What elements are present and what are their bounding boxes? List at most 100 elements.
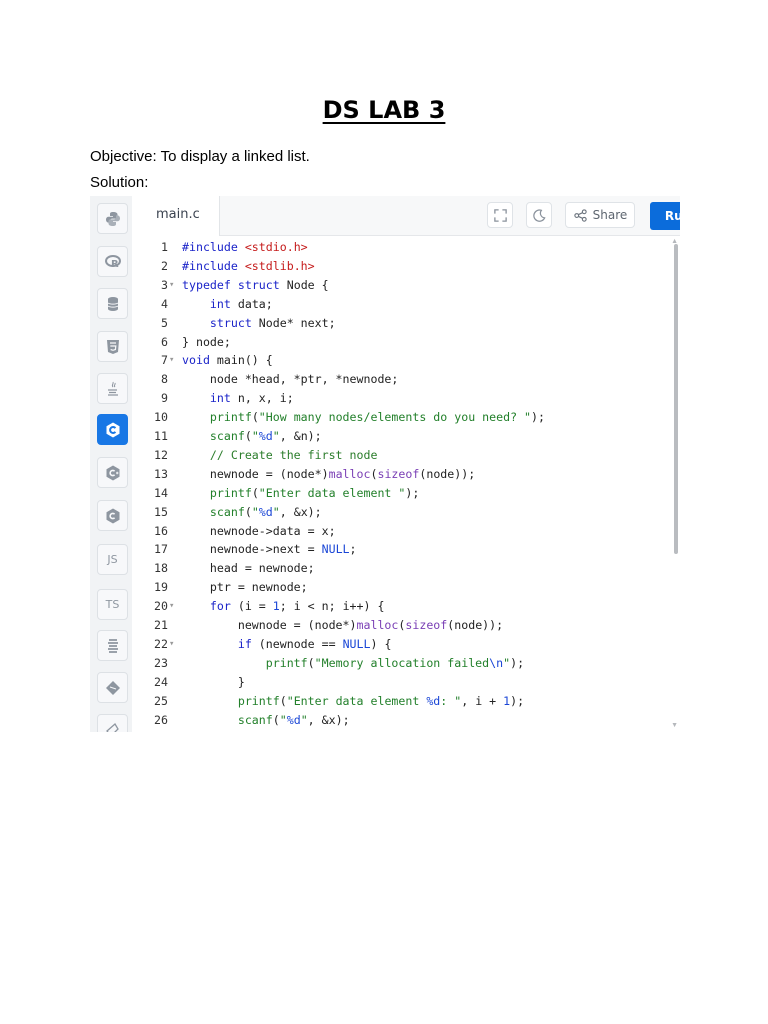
code-line: 26 scanf("%d", &x); <box>132 711 662 730</box>
code-text: int data; <box>209 296 273 311</box>
code-line: 20 ▾ for (i = 1; i < n; i++) { <box>132 597 662 616</box>
line-number: 8 <box>161 372 168 387</box>
code-line: 15 scanf("%d", &x); <box>132 503 662 522</box>
language-sidebar: R JS TS <box>90 196 133 732</box>
line-number: 26 <box>154 712 168 727</box>
code-editor-screenshot: R JS TS main.c Share Run 1 #include <stdio.… <box>90 196 680 732</box>
code-text: printf("How many nodes/elements do you n… <box>209 410 545 425</box>
fullscreen-icon <box>493 208 507 222</box>
r-icon: R <box>104 253 122 271</box>
csharp-icon <box>104 507 122 525</box>
code-text: } node; <box>182 334 231 349</box>
line-number: 6 <box>161 334 168 349</box>
code-text: typedef struct Node { <box>182 277 329 292</box>
fold-arrow-icon[interactable]: ▾ <box>169 276 174 295</box>
code-text: // Create the first node <box>209 447 378 462</box>
lang-button-js[interactable]: JS <box>97 544 128 575</box>
code-line: 1 #include <stdio.h> <box>132 238 662 257</box>
code-text: printf("Enter data element %d: ", i + 1)… <box>237 693 525 708</box>
lang-button-python[interactable] <box>97 203 128 234</box>
code-line: 23 printf("Memory allocation failed\n"); <box>132 654 662 673</box>
code-text: head = newnode; <box>182 561 315 576</box>
code-text: for (i = 1; i < n; i++) { <box>209 599 385 614</box>
code-text: if (newnode == NULL) { <box>237 636 392 651</box>
line-number: 15 <box>154 504 168 519</box>
line-number: 24 <box>154 674 168 689</box>
line-number: 17 <box>154 542 168 557</box>
lang-button-r[interactable]: R <box>97 246 128 277</box>
lang-button-c[interactable] <box>97 414 128 445</box>
code-text: } <box>182 674 245 689</box>
fold-arrow-icon[interactable]: ▾ <box>169 635 174 654</box>
code-text: #include <stdlib.h> <box>182 258 315 273</box>
lang-button-ts[interactable]: TS <box>97 589 128 620</box>
code-line: 13 newnode = (node*)malloc(sizeof(node))… <box>132 465 662 484</box>
line-number: 12 <box>154 447 168 462</box>
lang-button-java[interactable] <box>97 373 128 404</box>
line-number: 7 <box>161 353 168 368</box>
code-line: 2 #include <stdlib.h> <box>132 257 662 276</box>
code-line: 25 printf("Enter data element %d: ", i +… <box>132 692 662 711</box>
code-area[interactable]: 1 #include <stdio.h> 2 #include <stdlib.h> 3… <box>132 236 680 732</box>
code-line: 6 } node; <box>132 333 662 352</box>
fold-arrow-icon[interactable]: ▾ <box>169 597 174 616</box>
page-title: DS LAB 3 <box>322 96 446 124</box>
run-button[interactable]: Run <box>650 202 680 230</box>
lang-button-php[interactable] <box>97 672 128 703</box>
lang-button-html[interactable] <box>97 331 128 362</box>
code-text: scanf("%d", &x); <box>209 504 322 519</box>
code-line: 3 ▾ typedef struct Node { <box>132 276 662 295</box>
line-number: 20 <box>154 599 168 614</box>
go-icon <box>104 637 122 655</box>
line-number: 19 <box>154 580 168 595</box>
code-line: 11 scanf("%d", &n); <box>132 427 662 446</box>
code-line: 10 printf("How many nodes/elements do yo… <box>132 408 662 427</box>
line-number: 10 <box>154 410 168 425</box>
code-line: 5 struct Node* next; <box>132 314 662 333</box>
code-text: printf("Enter data element "); <box>209 485 420 500</box>
java-icon <box>104 380 122 398</box>
code-line: 19 ptr = newnode; <box>132 578 662 597</box>
code-line: 12 // Create the first node <box>132 446 662 465</box>
code-line: 22 ▾ if (newnode == NULL) { <box>132 635 662 654</box>
lang-button-sql[interactable] <box>97 288 128 319</box>
js-icon: JS <box>107 553 118 566</box>
code-text: newnode->next = NULL; <box>182 542 357 557</box>
line-number: 11 <box>154 429 168 443</box>
line-number: 1 <box>161 240 168 254</box>
cpp-icon <box>104 464 122 482</box>
lang-button-swift[interactable] <box>97 714 128 732</box>
share-label: Share <box>592 208 628 222</box>
theme-toggle-button[interactable] <box>526 202 552 228</box>
lang-button-go[interactable] <box>97 630 128 661</box>
ts-icon: TS <box>105 598 120 611</box>
code-text: scanf("%d", &n); <box>209 429 322 443</box>
code-text: node *head, *ptr, *newnode; <box>182 372 399 387</box>
code-line: 24 } <box>132 673 662 692</box>
code-line: 7 ▾ void main() { <box>132 351 662 370</box>
python-icon <box>104 210 122 228</box>
code-text: int n, x, i; <box>209 391 294 406</box>
fullscreen-button[interactable] <box>487 202 513 228</box>
lang-button-cpp[interactable] <box>97 457 128 488</box>
code-text: newnode->data = x; <box>182 523 336 538</box>
tab-main-c[interactable]: main.c <box>132 196 220 236</box>
line-number: 14 <box>154 485 168 500</box>
swift-icon <box>104 721 122 732</box>
code-text: void main() { <box>182 353 273 368</box>
code-line: 21 newnode = (node*)malloc(sizeof(node))… <box>132 616 662 635</box>
code-text: #include <stdio.h> <box>182 240 308 254</box>
line-number: 23 <box>154 655 168 670</box>
code-text: scanf("%d", &x); <box>237 712 350 727</box>
code-text: newnode = (node*)malloc(sizeof(node)); <box>182 466 476 481</box>
code-line: 18 head = newnode; <box>132 559 662 578</box>
line-number: 3 <box>161 277 168 292</box>
scroll-down-arrow[interactable]: ▼ <box>671 722 678 729</box>
fold-arrow-icon[interactable]: ▾ <box>169 351 174 370</box>
code-line: 8 node *head, *ptr, *newnode; <box>132 370 662 389</box>
code-line: 17 newnode->next = NULL; <box>132 540 662 559</box>
lang-button-csharp[interactable] <box>97 500 128 531</box>
share-button[interactable]: Share <box>565 202 635 228</box>
scrollbar-thumb[interactable] <box>674 244 678 554</box>
sql-icon <box>104 295 122 313</box>
